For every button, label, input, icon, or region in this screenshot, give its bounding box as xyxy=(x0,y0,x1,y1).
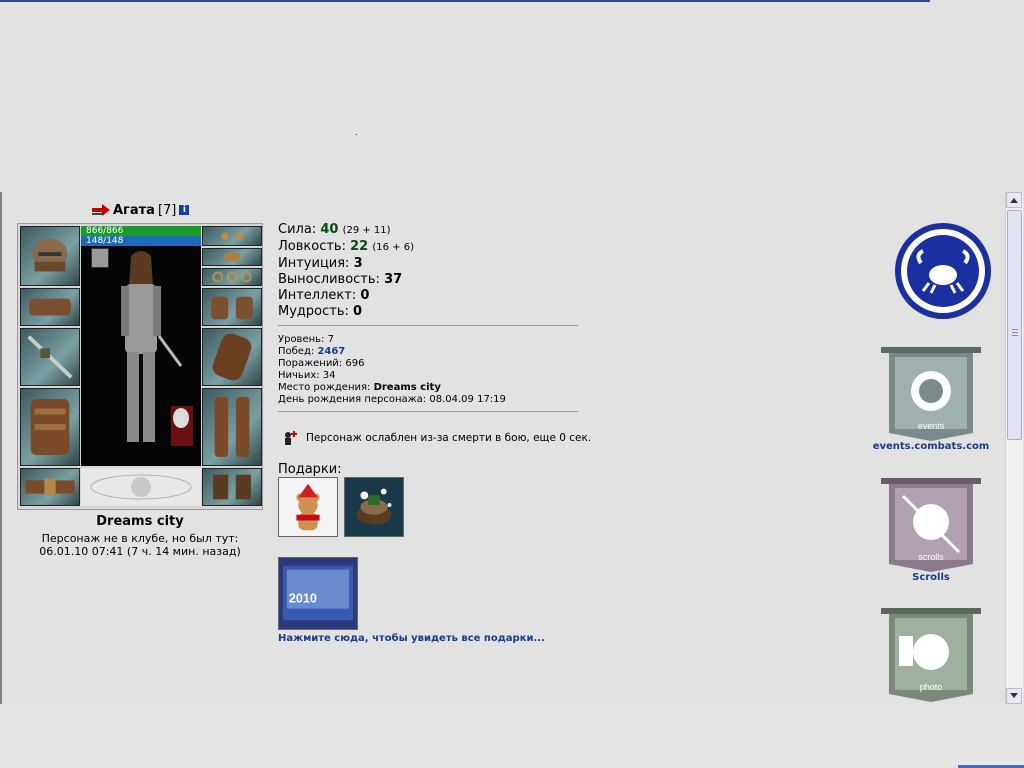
helmet-slot[interactable] xyxy=(20,226,80,286)
events-link[interactable]: events.combats.com xyxy=(866,441,996,452)
photo-banner[interactable]: photo xyxy=(881,606,981,704)
guild-logo xyxy=(81,468,201,506)
stat-endurance: Выносливость: 37 xyxy=(278,272,403,287)
shield-slot[interactable] xyxy=(202,328,262,386)
stat-wisdom: Мудрость: 0 xyxy=(278,304,363,319)
stat-intellect: Интеллект: 0 xyxy=(278,288,370,303)
stats-block: Сила: 40 (29 + 11) Ловкость: 22 (16 + 6)… xyxy=(278,222,414,320)
scroll-up-icon[interactable] xyxy=(1006,192,1022,208)
stat-agility: Ловкость: 22 (16 + 6) xyxy=(278,239,414,254)
character-header: Агата [7] i xyxy=(92,201,190,219)
leggings-slot[interactable] xyxy=(202,388,262,466)
gift-teddy-bear[interactable] xyxy=(278,477,338,537)
scroll-thumb[interactable] xyxy=(1007,210,1022,440)
offline-note: Персонаж не в клубе, но был тут: 06.01.1… xyxy=(17,532,263,558)
info-icon[interactable]: i xyxy=(179,205,190,215)
stat-intuition: Интуиция: 3 xyxy=(278,256,363,271)
info-birthday: День рождения персонажа: 08.04.09 17:19 xyxy=(278,394,506,405)
svg-text:events: events xyxy=(918,421,945,431)
gift-winter-hedgehog[interactable] xyxy=(344,477,404,537)
info-draws: Ничьих: 34 xyxy=(278,370,336,381)
character-city: Dreams city xyxy=(96,514,184,529)
weakness-text: Персонаж ослаблен из-за смерти в бою, ещ… xyxy=(306,432,592,444)
top-border xyxy=(0,0,930,2)
amulet-slot[interactable] xyxy=(202,248,262,266)
scroll-down-icon[interactable] xyxy=(1006,688,1022,704)
hp-bar: 866/866 xyxy=(81,226,201,236)
character-info: Уровень: 7 Побед: 2467 Поражений: 696 Ни… xyxy=(278,334,506,406)
armor-slot[interactable] xyxy=(20,388,80,466)
offline-line-1: Персонаж не в клубе, но был тут: xyxy=(41,532,239,545)
stat-strength: Сила: 40 (29 + 11) xyxy=(278,222,391,237)
weakness-status: Персонаж ослаблен из-за смерти в бою, ещ… xyxy=(282,430,591,446)
scrolls-banner[interactable]: scrolls xyxy=(881,476,981,574)
info-wins: Побед: 2467 xyxy=(278,346,346,357)
earrings-slot[interactable] xyxy=(202,226,262,246)
gloves-slot[interactable] xyxy=(202,288,262,326)
bracers-slot[interactable] xyxy=(20,288,80,326)
weapon-slot[interactable] xyxy=(20,328,80,386)
character-equipment-panel: 866/866 148/148 xyxy=(17,223,263,510)
svg-text:2010: 2010 xyxy=(289,592,317,606)
character-level: [7] xyxy=(157,202,177,218)
gift-2010-card[interactable]: 2010 xyxy=(278,557,358,630)
offline-line-2: 06.01.10 07:41 (7 ч. 14 мин. назад) xyxy=(39,545,241,558)
scrolls-link[interactable]: Scrolls xyxy=(881,572,981,583)
clan-emblem-icon[interactable] xyxy=(893,221,993,321)
view-all-gifts-link[interactable]: Нажмите сюда, чтобы увидеть все подарки.… xyxy=(278,633,545,644)
svg-text:scrolls: scrolls xyxy=(918,552,944,562)
divider xyxy=(278,325,578,326)
info-losses: Поражений: 696 xyxy=(278,358,365,369)
mana-bar: 148/148 xyxy=(81,236,201,246)
vertical-scrollbar[interactable] xyxy=(1005,192,1023,704)
divider xyxy=(278,411,578,412)
info-level: Уровень: 7 xyxy=(278,334,334,345)
frame-left-border xyxy=(0,192,2,704)
clan-badge-icon[interactable] xyxy=(91,248,109,268)
svg-text:photo: photo xyxy=(920,682,943,692)
boots-slot[interactable] xyxy=(202,468,262,506)
character-name[interactable]: Агата xyxy=(113,203,155,218)
belt-slot[interactable] xyxy=(20,468,80,506)
weakness-icon xyxy=(285,431,297,445)
events-banner[interactable]: events xyxy=(881,345,981,443)
bottom-area xyxy=(0,704,1024,768)
info-birthplace: Место рождения: Dreams city xyxy=(278,382,441,393)
dot-artifact xyxy=(356,134,357,135)
rings-slot[interactable] xyxy=(202,268,262,286)
gifts-label: Подарки: xyxy=(278,462,342,477)
arrow-right-icon[interactable] xyxy=(92,204,110,216)
